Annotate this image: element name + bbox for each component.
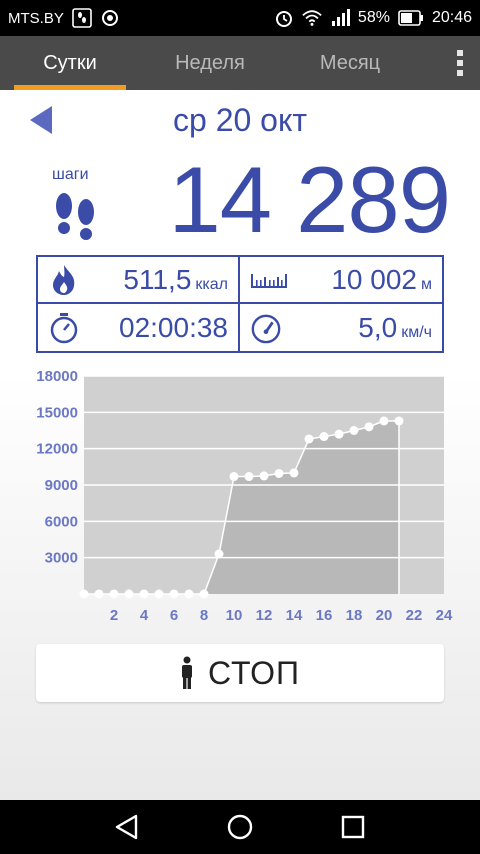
overflow-menu-icon[interactable] [440, 36, 480, 90]
steps-label: шаги [52, 166, 89, 183]
period-tab-bar: Сутки Неделя Месяц [0, 36, 480, 90]
footprints-icon [56, 193, 94, 240]
home-nav-icon[interactable] [220, 807, 260, 847]
speed-unit: км/ч [401, 323, 432, 341]
chart-y-tick-label: 12000 [36, 441, 78, 458]
speed-stat: 5,0 км/ч [240, 304, 442, 351]
stop-button[interactable]: СТОП [36, 644, 444, 702]
alarm-icon [274, 8, 294, 28]
steps-notification-icon [72, 8, 92, 28]
current-date: ср 20 окт [173, 102, 307, 138]
chart-x-tick-label: 8 [200, 607, 208, 624]
chart-data-point [379, 416, 389, 426]
speedometer-icon [250, 312, 282, 344]
duration-stat: 02:00:38 [38, 304, 240, 351]
steps-count: 14 289 [168, 147, 451, 252]
chart-data-point [109, 589, 119, 599]
flame-icon [48, 264, 80, 296]
system-navigation-bar [0, 800, 480, 854]
battery-icon [398, 8, 424, 28]
chart-x-tick-label: 22 [406, 607, 423, 624]
chart-data-point [304, 434, 314, 444]
chart-x-tick-label: 14 [286, 607, 303, 624]
duration-value: 02:00:38 [119, 311, 228, 343]
tab-day[interactable]: Сутки [0, 36, 140, 90]
chart-y-tick-label: 9000 [45, 477, 78, 494]
calories-value: 511,5 [123, 263, 192, 295]
chart-data-point [94, 589, 104, 599]
chart-x-tick-label: 18 [346, 607, 363, 624]
chart-data-point [154, 589, 164, 599]
chart-data-point [169, 589, 179, 599]
chart-data-point [184, 589, 194, 599]
stats-grid: 511,5 ккал 10 002 м 02:00:38 5,0 км/ч [36, 255, 444, 353]
back-nav-icon[interactable] [107, 807, 147, 847]
tab-week[interactable]: Неделя [140, 36, 280, 90]
main-content: ср 20 окт шаги 14 289 511,5 ккал 10 002 м [0, 90, 480, 800]
chart-data-point [394, 416, 404, 426]
clock-time: 20:46 [431, 9, 472, 26]
distance-value: 10 002 [331, 263, 417, 295]
chart-x-tick-label: 12 [256, 607, 273, 624]
chart-data-point [259, 471, 269, 481]
chart-data-point [244, 472, 254, 482]
carrier-name: MTS.BY [8, 9, 64, 27]
wifi-icon [302, 8, 322, 28]
chart-data-point [214, 549, 224, 559]
chart-data-point [274, 468, 284, 478]
chart-x-tick-label: 20 [376, 607, 393, 624]
speed-value: 5,0 [358, 311, 398, 343]
chart-x-tick-label: 16 [316, 607, 333, 624]
chart-data-point [364, 422, 374, 432]
steps-chart: 3000 6000 9000 12000 15000 18000 2 4 6 8 10 12 14 16 1… [0, 358, 480, 628]
status-bar: MTS.BY 58% 20:46 [0, 0, 480, 36]
sync-notification-icon [100, 8, 120, 28]
ruler-icon [250, 264, 288, 296]
person-icon [181, 656, 192, 689]
chart-data-point [334, 429, 344, 439]
chart-data-point [199, 589, 209, 599]
chart-data-point [349, 426, 359, 435]
calories-stat: 511,5 ккал [38, 257, 240, 304]
date-navigation: ср 20 окт [0, 96, 480, 142]
chart-data-point [124, 589, 134, 599]
chart-x-tick-label: 2 [110, 607, 118, 624]
stop-button-label: СТОП [207, 654, 301, 691]
recents-nav-icon[interactable] [333, 807, 373, 847]
stopwatch-icon [48, 312, 80, 344]
calories-unit: ккал [195, 275, 228, 293]
chart-x-tick-label: 10 [226, 607, 243, 624]
chart-y-tick-label: 6000 [45, 513, 78, 530]
chart-data-point [289, 468, 299, 478]
chart-data-point [139, 589, 149, 599]
chart-data-point [229, 472, 239, 482]
chart-data-point [79, 589, 89, 599]
chart-y-tick-label: 18000 [36, 368, 78, 385]
chart-y-tick-label: 15000 [36, 404, 78, 421]
chart-x-tick-label: 4 [140, 607, 149, 624]
distance-stat: 10 002 м [240, 257, 442, 304]
chart-y-tick-label: 3000 [45, 550, 78, 567]
chart-x-tick-label: 6 [170, 607, 178, 624]
distance-unit: м [421, 275, 432, 293]
chart-x-tick-label: 24 [436, 607, 453, 624]
chart-data-point [319, 432, 329, 442]
tab-month[interactable]: Месяц [280, 36, 420, 90]
battery-percent: 58% [357, 9, 390, 26]
signal-icon [330, 8, 350, 28]
steps-chart-svg: 3000600090001200015000180002 4 6 8 10 12 14 16 1… [36, 368, 453, 624]
